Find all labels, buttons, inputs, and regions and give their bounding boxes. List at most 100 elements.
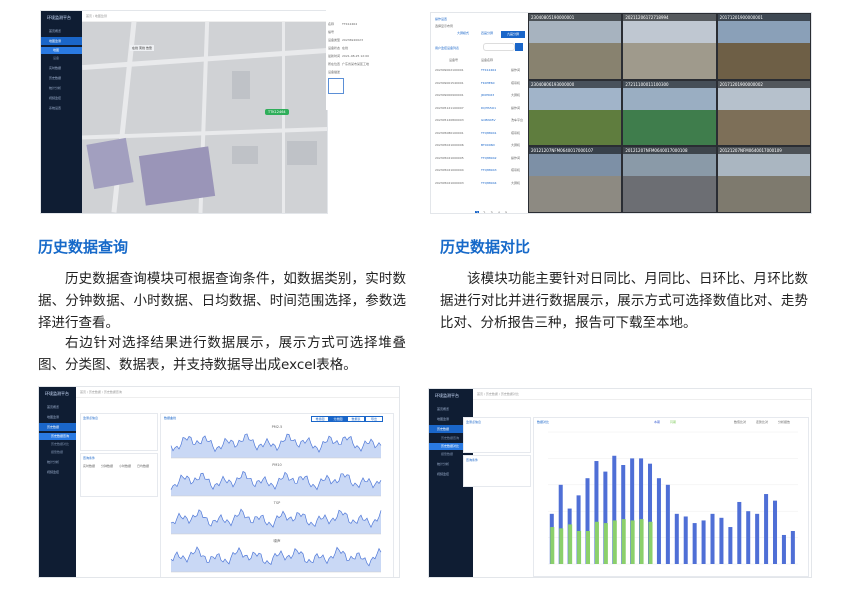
curve-label: PM2.5	[272, 425, 283, 429]
bar-previous	[568, 524, 573, 564]
camera-feed[interactable]: 20211206172718994	[623, 14, 716, 79]
page-link[interactable]: 1	[475, 211, 480, 213]
search-button[interactable]	[515, 43, 523, 51]
camera-caption: 20121207NFM0640017000107	[531, 148, 594, 154]
device-row-cell[interactable]: 202305021000005	[435, 156, 464, 160]
info-value: 广东省某市某区工地	[342, 62, 370, 66]
sidebar-item[interactable]: 首页概览	[41, 27, 82, 35]
bar-current	[755, 513, 760, 564]
device-row-cell[interactable]: 操作间	[511, 106, 520, 110]
camera-caption: 20121207NFM0640017000108	[625, 148, 688, 154]
device-row-cell[interactable]: 202309002100001	[435, 68, 464, 72]
device-row-cell[interactable]: 202309000900001	[435, 93, 464, 97]
sidebar-item[interactable]: 实时数据	[41, 64, 82, 72]
bar-previous	[586, 531, 591, 564]
camera-feed[interactable]: 27211100011100300	[623, 80, 716, 146]
bar-previous	[603, 523, 608, 564]
info-label: 设备状态	[328, 46, 341, 50]
bar-current	[781, 534, 786, 564]
device-row-cell[interactable]: DQHS5O1	[481, 106, 496, 110]
layout-tab[interactable]: 四画分屏	[477, 31, 497, 36]
list-title: 用户监控设备列表	[435, 46, 460, 50]
info-value: TTK12464	[342, 22, 358, 26]
history-compare-paragraph-1: 该模块功能主要针对日同比、月同比、日环比、月环比数据进行对比并进行数据展示，展示…	[440, 271, 808, 331]
sidebar-item[interactable]: 统计分析	[41, 84, 82, 92]
camera-feed[interactable]: 20121207NFM0640017000109	[717, 147, 810, 212]
device-row-cell[interactable]: FK0HE60	[481, 81, 495, 85]
bar-current	[683, 516, 688, 564]
camera-caption: 23040806193000000	[531, 81, 575, 87]
page-link[interactable]: 2	[482, 211, 486, 213]
device-marker[interactable]: TTK12464	[265, 109, 289, 115]
device-row-cell[interactable]: 塔吊机	[511, 81, 520, 85]
search-input[interactable]	[483, 43, 515, 51]
camera-feed[interactable]: 20121207NFM0640017000108	[623, 147, 716, 212]
device-row-cell[interactable]: TTQ88943	[481, 168, 497, 172]
info-label: 编号	[328, 30, 335, 34]
device-row-cell[interactable]: 202305021000004	[435, 168, 464, 172]
camera-feed[interactable]: 20171201900000002	[717, 80, 810, 146]
device-row-cell[interactable]: 大屏机	[511, 181, 520, 185]
history-query-paragraph-2: 右边针对选择结果进行数据展示，展示方式可选择堆叠图、分类图、数据表，并支持数据导…	[38, 335, 406, 373]
device-row-cell[interactable]: 操作间	[511, 68, 520, 72]
panel-title: 操作设置	[435, 17, 448, 21]
map-legend: 在线 离线 告警	[130, 45, 154, 51]
device-row-cell[interactable]: TTQ88941	[481, 131, 497, 135]
page-link[interactable]: ...	[511, 211, 516, 213]
info-label: 设备描述	[328, 70, 341, 74]
camera-caption: 20211206172718994	[625, 15, 669, 20]
device-row-cell[interactable]: JD0HK63	[481, 93, 494, 97]
device-row-cell[interactable]: 202305080100001	[435, 131, 464, 135]
device-row-cell[interactable]: TTK12464	[481, 68, 496, 72]
camera-feed[interactable]: 20171201900000001	[717, 14, 810, 79]
layout-tab[interactable]: 九画分屏	[501, 31, 525, 38]
device-row-cell[interactable]: TTQ88942	[481, 156, 497, 160]
bar-current	[710, 513, 715, 564]
sidebar-item[interactable]: 视频监控	[41, 94, 82, 102]
camera-feed[interactable]: 23040805190000001	[529, 14, 622, 79]
sidebar-subitem[interactable]: 设备	[41, 55, 82, 62]
info-label: 所在位置	[328, 62, 341, 66]
device-row-cell[interactable]: 202305121100007	[435, 106, 464, 110]
device-row-cell[interactable]: BT0006D	[481, 143, 495, 147]
device-row-cell[interactable]: 202305120800003	[435, 118, 464, 122]
sidebar-subitem[interactable]: 地图	[41, 47, 82, 54]
history-query-screenshot: 环境监测平台 首页概览 地图监测 历史数据 历史数据查询 历史数据对比 报警数据…	[38, 386, 400, 578]
bar-current	[737, 501, 742, 564]
info-label: 设备类型	[328, 38, 341, 42]
camera-feed[interactable]: 23040806193000000	[529, 80, 622, 146]
page-link[interactable]: 3	[489, 211, 493, 213]
device-row-cell[interactable]: 操作间	[511, 156, 520, 160]
sidebar-item[interactable]: 地图监测	[41, 37, 82, 45]
device-row-cell[interactable]: TTQ88944	[481, 181, 497, 185]
map-screenshot: 环境监测平台 首页概览 地图监测 地图 设备 实时数据 历史数据 统计分析 视频…	[40, 10, 328, 214]
curve-area	[171, 471, 381, 496]
sidebar-item[interactable]: 历史数据	[41, 74, 82, 82]
device-row-cell[interactable]: 大屏机	[511, 143, 520, 147]
bar-current	[746, 511, 751, 564]
device-row-cell[interactable]: 塔吊机	[511, 131, 520, 135]
sidebar-item[interactable]: 系统设置	[41, 104, 82, 112]
device-row-cell[interactable]: 塔吊机	[511, 168, 520, 172]
page-link[interactable]: 5	[504, 211, 508, 213]
bar-current	[701, 520, 706, 564]
device-row-cell[interactable]: GCBN45V	[481, 118, 496, 122]
device-row-cell[interactable]: 202309001540001	[435, 81, 464, 85]
page-link[interactable]: 4	[497, 211, 501, 213]
info-value: 在线	[342, 46, 349, 50]
bar-current	[764, 494, 769, 564]
map-area[interactable]: 在线 离线 告警 TTK12464	[82, 11, 327, 213]
bar-current	[790, 531, 795, 564]
bar-current	[719, 517, 724, 564]
video-screenshot: 操作设置 选择显示布局 大屏模式 四画分屏 九画分屏 用户监控设备列表 设备号 …	[430, 12, 812, 214]
compare-chart-panel: 数据对比 本期 同期 数值比对 走势比对 分析报告	[533, 417, 809, 577]
camera-feed[interactable]: 20121207NFM0640017000107	[529, 147, 622, 212]
device-row-cell[interactable]: 洗车平台	[511, 118, 523, 122]
device-row-cell[interactable]: 202305021000006	[435, 143, 464, 147]
device-row-cell[interactable]: 202305021000003	[435, 181, 464, 185]
curve-label: 噪声	[274, 538, 282, 543]
bar-previous	[550, 527, 555, 564]
layout-tab[interactable]: 大屏模式	[453, 31, 473, 36]
top-bar: 首页 / 地图监测	[82, 11, 327, 22]
device-row-cell[interactable]: 大屏机	[511, 93, 520, 97]
